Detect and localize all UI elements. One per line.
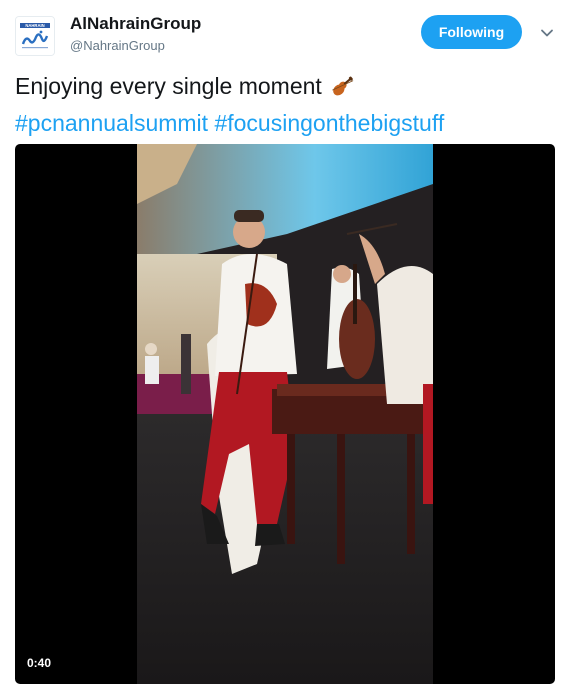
hashtag-link[interactable]: #pcnannualsummit	[15, 110, 208, 136]
following-button[interactable]: Following	[421, 15, 522, 49]
tweet-text: Enjoying every single moment #pcnannuals…	[15, 70, 555, 139]
violin-icon	[328, 73, 356, 107]
tweet-text-line: Enjoying every single moment	[15, 70, 555, 107]
video-duration: 0:40	[27, 656, 52, 670]
hashtag-link[interactable]: #focusingonthebigstuff	[214, 110, 444, 136]
chevron-down-icon[interactable]	[538, 24, 556, 42]
display-name[interactable]: AlNahrainGroup	[70, 14, 201, 34]
svg-text:NAHRAIN: NAHRAIN	[25, 23, 44, 28]
tweet-header: NAHRAIN AlNahrainGroup @NahrainGroup Fol…	[0, 0, 570, 64]
user-handle[interactable]: @NahrainGroup	[70, 38, 165, 53]
video-player[interactable]: 0:40	[15, 144, 555, 684]
tweet-hashtags: #pcnannualsummit #focusingonthebigstuff	[15, 107, 555, 139]
alnahrain-logo-icon: NAHRAIN	[16, 17, 54, 55]
avatar[interactable]: NAHRAIN	[15, 16, 55, 56]
video-frame	[137, 144, 433, 684]
tweet-body: Enjoying every single moment	[15, 73, 322, 99]
video-thumbnail	[137, 144, 433, 684]
